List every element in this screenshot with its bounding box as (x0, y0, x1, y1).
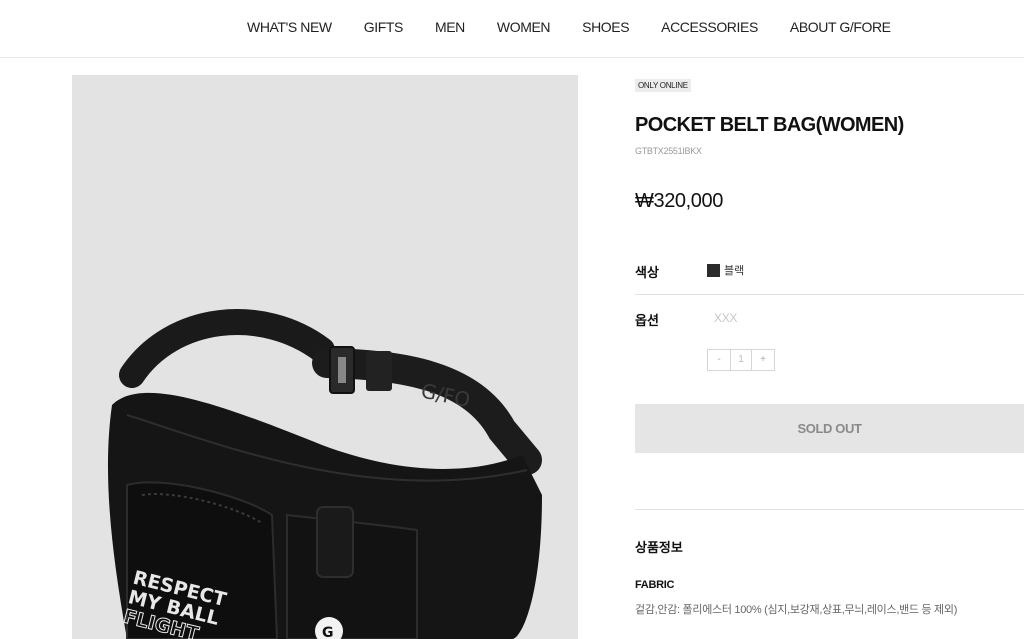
divider (635, 509, 1024, 510)
nav-item-gifts[interactable]: GIFTS (364, 19, 404, 35)
product-image: G/FO RESPECT MY BALL FLIGHT G (72, 75, 578, 639)
product-info: ONLY ONLINE POCKET BELT BAG(WOMEN) GTBTX… (635, 0, 1024, 639)
bag-logo-text: G (322, 625, 334, 639)
fabric-title: FABRIC (635, 579, 675, 591)
quantity-input[interactable]: 1 (730, 350, 752, 370)
nav-item-men[interactable]: MEN (435, 19, 465, 35)
online-only-badge: ONLY ONLINE (635, 79, 691, 92)
color-swatch[interactable] (707, 263, 720, 277)
product-info-title: 상품정보 (635, 540, 683, 555)
sold-out-button[interactable]: SOLD OUT (635, 404, 1024, 453)
nav-item-women[interactable]: WOMEN (497, 19, 551, 35)
option-label: 옵션 (635, 313, 659, 328)
quantity-decrease-button[interactable]: - (708, 350, 730, 370)
divider (635, 294, 1024, 295)
nav-item-whats-new[interactable]: WHAT'S NEW (247, 19, 332, 35)
quantity-increase-button[interactable]: + (752, 350, 774, 370)
option-select[interactable]: XXX (714, 311, 737, 325)
fabric-text: 겉감,안감: 폴리에스터 100% (심지,보강재,상표,무늬,레이스,밴드 등… (635, 604, 958, 616)
product-price: ₩320,000 (635, 190, 723, 212)
product-title: POCKET BELT BAG(WOMEN) (635, 114, 904, 136)
product-sku: GTBTX2551IBKX (635, 146, 702, 156)
belt-bag-illustration: G/FO RESPECT MY BALL FLIGHT G (107, 309, 542, 639)
nav-item-shoes[interactable]: SHOES (582, 19, 629, 35)
color-label: 색상 (635, 265, 659, 280)
color-option[interactable]: 블랙 (707, 262, 744, 278)
quantity-stepper: - 1 + (707, 349, 775, 371)
color-value: 블랙 (724, 265, 745, 277)
